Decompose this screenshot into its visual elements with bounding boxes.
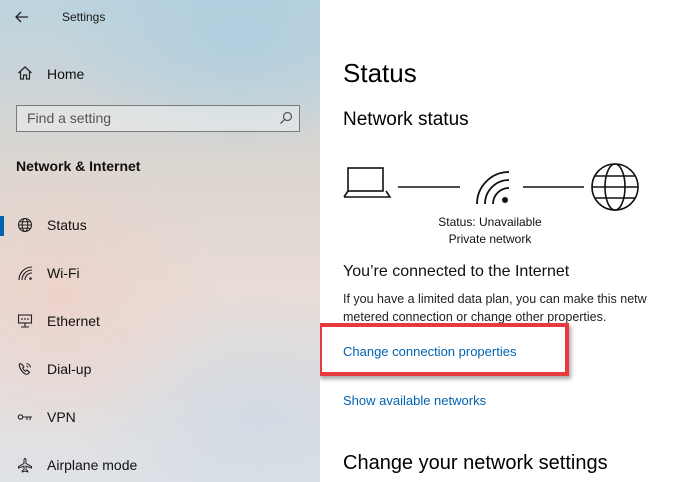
dialup-icon — [16, 360, 34, 378]
sidebar: Settings Home Network & Internet Status — [0, 0, 320, 482]
sidebar-item-status[interactable]: Status — [0, 209, 320, 241]
section-title: Network & Internet — [16, 158, 141, 174]
connected-heading: You’re connected to the Internet — [343, 263, 570, 280]
app-title: Settings — [62, 10, 106, 24]
network-type: Private network — [448, 232, 532, 246]
change-network-settings-heading: Change your network settings — [343, 452, 608, 474]
selected-indicator — [0, 216, 4, 236]
airplane-icon — [16, 456, 34, 474]
change-connection-properties-link[interactable]: Change connection properties — [343, 344, 516, 359]
status-line: Status: Unavailable — [438, 215, 542, 229]
search-icon[interactable] — [279, 111, 293, 125]
vpn-icon — [16, 408, 34, 426]
connection-description: If you have a limited data plan, you can… — [343, 290, 682, 326]
globe-icon — [16, 216, 34, 234]
home-icon — [16, 64, 34, 82]
wifi-icon — [16, 264, 34, 282]
sidebar-item-dialup[interactable]: Dial-up — [0, 353, 320, 385]
sidebar-item-vpn[interactable]: VPN — [0, 401, 320, 433]
page-title: Status — [343, 58, 417, 88]
sidebar-item-label: Ethernet — [47, 313, 100, 329]
search-input[interactable] — [17, 106, 287, 130]
search-box[interactable] — [16, 105, 300, 132]
sidebar-item-label: Wi-Fi — [47, 265, 80, 281]
description-line: If you have a limited data plan, you can… — [343, 292, 647, 306]
wifi-signal-icon — [476, 171, 510, 205]
sidebar-item-wifi[interactable]: Wi-Fi — [0, 257, 320, 289]
network-diagram — [343, 163, 639, 211]
sidebar-item-airplane-mode[interactable]: Airplane mode — [0, 449, 320, 481]
network-status-text: Status: Unavailable Private network — [420, 214, 560, 248]
home-label: Home — [47, 66, 85, 82]
back-arrow-icon — [15, 11, 28, 23]
show-available-networks-link[interactable]: Show available networks — [343, 393, 486, 408]
sidebar-item-label: VPN — [47, 409, 76, 425]
sidebar-item-home[interactable]: Home — [0, 58, 320, 88]
globe-icon — [591, 163, 639, 211]
ethernet-icon — [16, 312, 34, 330]
main-pane: Status Network status Status: Unavailabl… — [320, 0, 682, 482]
sidebar-item-label: Dial-up — [47, 361, 92, 377]
title-bar: Settings — [0, 0, 320, 34]
sidebar-item-label: Status — [47, 217, 87, 233]
back-button[interactable] — [10, 6, 34, 28]
sidebar-item-label: Airplane mode — [47, 457, 138, 473]
laptop-icon — [343, 167, 392, 198]
sidebar-item-ethernet[interactable]: Ethernet — [0, 305, 320, 337]
network-status-heading: Network status — [343, 109, 469, 130]
